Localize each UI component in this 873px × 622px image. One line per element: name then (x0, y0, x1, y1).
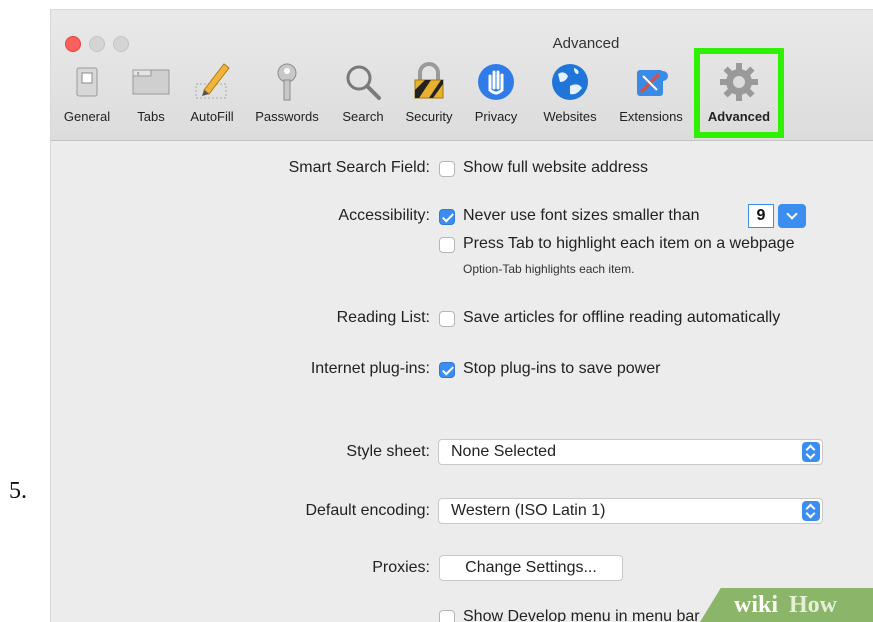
hand-icon (478, 64, 514, 100)
press-tab-checkbox[interactable] (439, 237, 455, 253)
watermark-wiki: wiki (734, 592, 779, 618)
option-tab-hint: Option-Tab highlights each item. (463, 262, 635, 276)
toolbar-search-label: Search (342, 109, 384, 124)
toolbar-search[interactable]: Search (335, 54, 391, 134)
tabs-icon: x (132, 69, 170, 95)
proxies-label: Proxies: (372, 559, 430, 576)
accessibility-label: Accessibility: (338, 207, 430, 224)
toolbar-general-label: General (63, 109, 111, 124)
toolbar-websites[interactable]: Websites (533, 54, 607, 134)
toolbar-privacy[interactable]: Privacy (467, 54, 525, 134)
default-encoding-popup[interactable]: Western (ISO Latin 1) (438, 498, 823, 524)
show-develop-menu-text: Show Develop menu in menu bar (463, 608, 700, 622)
watermark-how: How (789, 592, 837, 618)
default-encoding-value: Western (ISO Latin 1) (451, 502, 606, 519)
updown-arrows-icon (802, 442, 820, 462)
stop-plugins-checkbox[interactable] (439, 362, 455, 378)
toolbar-privacy-label: Privacy (474, 109, 518, 124)
globe-icon (552, 64, 588, 100)
advanced-settings-pane: Smart Search Field: Show full website ad… (51, 141, 873, 622)
padlock-icon (414, 62, 444, 99)
wikihow-watermark: wiki How (700, 588, 873, 622)
show-full-address-text: Show full website address (463, 159, 648, 176)
min-font-size-text: Never use font sizes smaller than (463, 207, 700, 224)
step-number: 5. (9, 478, 27, 504)
reading-list-label: Reading List: (336, 309, 430, 326)
magnifier-icon (346, 65, 381, 100)
advanced-highlight-box (694, 48, 784, 138)
puzzle-icon (637, 70, 668, 96)
autofill-pencil-icon (195, 63, 230, 99)
toolbar-security-label: Security (405, 109, 453, 124)
updown-arrows-icon (802, 501, 820, 521)
safari-preferences-window: Advanced General x Tabs AutoFill Passwor… (51, 10, 873, 622)
change-settings-button[interactable]: Change Settings... (439, 555, 623, 581)
min-font-size-value: 9 (748, 204, 774, 228)
save-offline-checkbox[interactable] (439, 311, 455, 327)
save-offline-text: Save articles for offline reading automa… (463, 309, 781, 326)
stop-plugins-text: Stop plug-ins to save power (463, 360, 661, 377)
toolbar-security[interactable]: Security (397, 54, 461, 134)
smart-search-label: Smart Search Field: (288, 159, 430, 176)
min-font-size-checkbox[interactable] (439, 209, 455, 225)
style-sheet-value: None Selected (451, 443, 556, 460)
show-full-address-checkbox[interactable] (439, 161, 455, 177)
chevron-down-icon[interactable] (778, 204, 806, 228)
toolbar-autofill[interactable]: AutoFill (181, 54, 243, 134)
min-font-size-select[interactable]: 9 (748, 204, 808, 228)
style-sheet-popup[interactable]: None Selected (438, 439, 823, 465)
default-encoding-label: Default encoding: (305, 502, 430, 519)
press-tab-text: Press Tab to highlight each item on a we… (463, 235, 795, 252)
toolbar-extensions-label: Extensions (619, 109, 683, 124)
style-sheet-label: Style sheet: (346, 443, 430, 460)
toolbar-tabs[interactable]: x Tabs (127, 54, 175, 134)
general-switch-icon (76, 67, 98, 97)
plugins-label: Internet plug-ins: (310, 360, 430, 377)
toolbar-passwords[interactable]: Passwords (247, 54, 327, 134)
toolbar-tabs-label: Tabs (137, 109, 165, 124)
window-titlebar: Advanced General x Tabs AutoFill Passwor… (51, 10, 873, 141)
toolbar-autofill-label: AutoFill (190, 109, 234, 124)
toolbar-extensions[interactable]: Extensions (613, 54, 689, 134)
toolbar-websites-label: Websites (543, 109, 597, 124)
show-develop-menu-checkbox[interactable] (439, 610, 455, 622)
toolbar-passwords-label: Passwords (255, 109, 319, 124)
key-icon (277, 63, 297, 101)
toolbar-general[interactable]: General (55, 54, 119, 134)
